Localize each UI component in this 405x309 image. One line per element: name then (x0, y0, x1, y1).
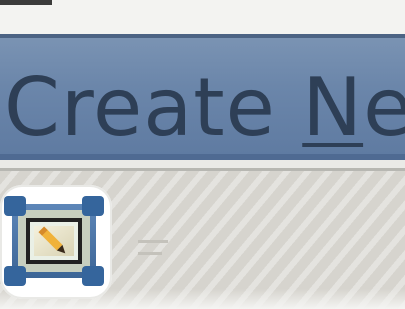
menu-strip (0, 0, 405, 34)
title-prefix: Create (4, 61, 303, 154)
window-title: Create New (4, 68, 405, 148)
active-menu-indicator (0, 0, 52, 5)
tile-label-placeholder (138, 240, 168, 266)
title-suffix: ew (363, 61, 405, 154)
title-separator (0, 160, 405, 168)
title-bar: Create New (0, 38, 405, 160)
edit-icon[interactable] (4, 196, 104, 286)
title-mnemonic: N (302, 61, 364, 154)
create-new-window: Create New (0, 0, 405, 309)
